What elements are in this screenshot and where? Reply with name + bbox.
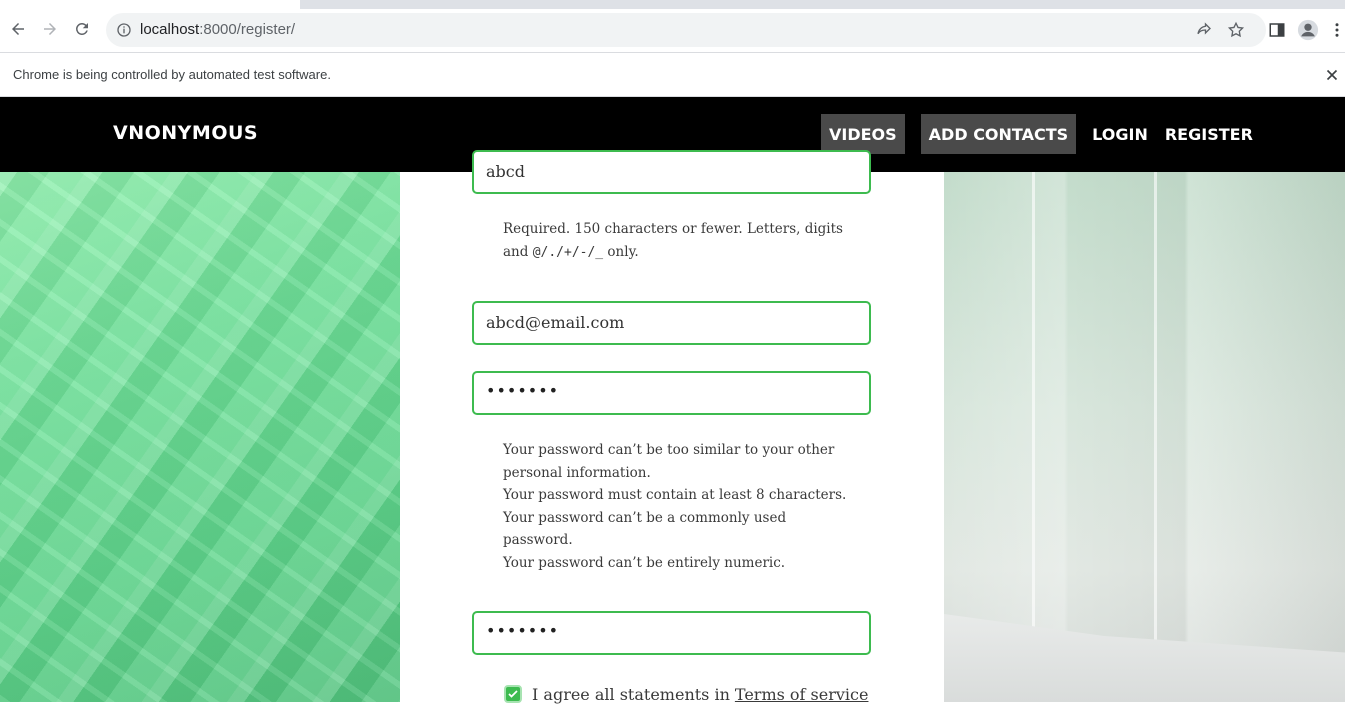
username-help-line: Required. 150 characters or fewer. Lette…: [503, 221, 843, 237]
reload-button[interactable]: [68, 15, 96, 43]
password-confirm-mask: •••••••: [486, 621, 560, 640]
url-host: localhost: [140, 21, 200, 38]
email-field[interactable]: abcd@email.com: [472, 301, 871, 345]
floor-decor: [944, 614, 1345, 702]
password-helptext: Your password can’t be too similar to yo…: [503, 439, 847, 574]
browser-menu-icon[interactable]: [1330, 19, 1344, 41]
wall-edge-decor: [1154, 172, 1157, 702]
terms-label: I agree all statements in: [532, 684, 730, 704]
nav-link-register[interactable]: REGISTER: [1165, 114, 1253, 154]
bookmark-star-icon[interactable]: [1226, 20, 1246, 40]
nav-link-videos[interactable]: VIDEOS: [821, 114, 905, 154]
background-image-right: [944, 172, 1345, 702]
password-help-line: Your password can’t be too similar to yo…: [503, 442, 835, 458]
profile-avatar-icon[interactable]: [1297, 19, 1319, 41]
infobar-message: Chrome is being controlled by automated …: [13, 67, 331, 82]
browser-toolbar: localhost:8000/register/: [0, 9, 1345, 52]
nav-link-add-contacts[interactable]: ADD CONTACTS: [920, 114, 1077, 154]
site-brand-logo[interactable]: VNONYMOUS: [113, 122, 258, 144]
automation-infobar: Chrome is being controlled by automated …: [0, 52, 1345, 97]
terms-of-service-link[interactable]: Terms of service: [735, 685, 869, 704]
background-image-left: [0, 172, 400, 702]
terms-agreement: I agree all statements in Terms of servi…: [504, 682, 868, 706]
terms-checkbox[interactable]: [504, 685, 522, 703]
address-bar[interactable]: localhost:8000/register/: [106, 13, 1266, 47]
back-arrow-icon: [12, 23, 24, 35]
forward-arrow-icon: [44, 23, 56, 35]
username-value: abcd: [486, 162, 525, 181]
password-mask: •••••••: [486, 381, 560, 400]
email-value: abcd@email.com: [486, 313, 625, 332]
password-confirm-field[interactable]: •••••••: [472, 611, 871, 655]
reload-icon: [76, 22, 88, 35]
help-prefix: and: [503, 243, 533, 260]
site-info-icon[interactable]: [116, 22, 132, 38]
password-help-line: Your password must contain at least 8 ch…: [503, 487, 847, 503]
register-form-card: abcd Required. 150 characters or fewer. …: [400, 150, 944, 706]
forward-button[interactable]: [36, 15, 64, 43]
help-suffix: only.: [603, 243, 639, 260]
password-help-line: personal information.: [503, 464, 651, 481]
close-icon[interactable]: [1323, 66, 1341, 84]
username-help-line: and @/./+/-/_ only.: [503, 241, 843, 265]
username-helptext: Required. 150 characters or fewer. Lette…: [503, 218, 843, 264]
nav-links: VIDEOS ADD CONTACTS LOGIN REGISTER: [821, 114, 1270, 154]
password-help-line: Your password can’t be entirely numeric.: [503, 554, 786, 571]
nav-link-login[interactable]: LOGIN: [1092, 114, 1148, 154]
back-button[interactable]: [4, 15, 32, 43]
url-path: :8000/register/: [199, 21, 296, 38]
password-help-line: password.: [503, 532, 573, 548]
password-help-line: Your password can’t be a commonly used: [503, 509, 787, 526]
side-panel-icon[interactable]: [1266, 19, 1288, 41]
tab-strip: [0, 0, 1345, 9]
tab-strip-background: [300, 0, 1345, 9]
checkmark-icon: [508, 690, 518, 698]
wall-edge-decor: [1032, 172, 1035, 702]
url-text[interactable]: localhost:8000/register/: [140, 21, 295, 39]
password-field[interactable]: •••••••: [472, 371, 871, 415]
page-content: VNONYMOUS VIDEOS ADD CONTACTS LOGIN REGI…: [0, 97, 1345, 706]
help-allowed-chars: @/./+/-/_: [532, 244, 604, 260]
share-icon[interactable]: [1194, 20, 1214, 40]
username-field[interactable]: abcd: [472, 150, 871, 194]
